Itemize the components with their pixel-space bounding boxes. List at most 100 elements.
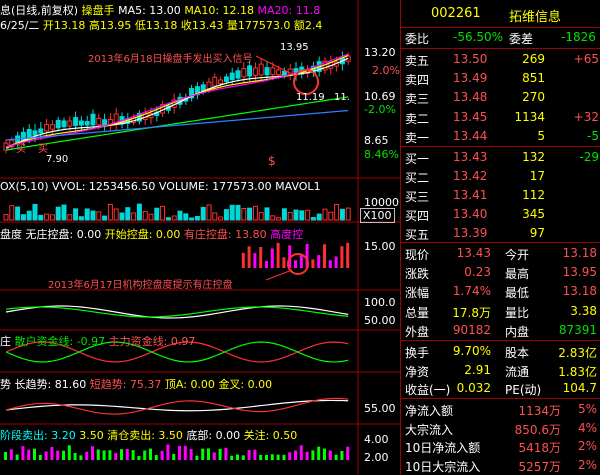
bottom-bar <box>137 455 141 460</box>
flow-label: 净流入额 <box>405 404 454 418</box>
bid-row[interactable]: 买五 13.39 97 <box>401 224 600 243</box>
clear-sell: 清仓卖出: 3.50 <box>107 429 183 442</box>
bottom-bar <box>299 445 303 460</box>
volume-bar <box>136 203 142 221</box>
ask-row[interactable]: 卖四 13.49 851 <box>401 69 600 88</box>
chart-area[interactable]: 息(日线,前复权) 操盘手 MA5: 13.00 MA10: 12.18 MA2… <box>0 0 400 475</box>
bid-row[interactable]: 买四 13.40 345 <box>401 205 600 224</box>
bottom-bar <box>27 449 31 460</box>
kline-info: 6/25/二 开13.18 高13.95 低13.18 收13.43 量1775… <box>0 17 322 33</box>
stat-value: 13.43 <box>456 246 491 260</box>
flow-row[interactable]: 10日净流入额 5418万 2% <box>401 437 600 456</box>
control-high: 高度控 <box>270 228 304 241</box>
flow-row[interactable]: 净流入额 1134万 5% <box>401 400 600 419</box>
flow-percent: 2% <box>577 439 597 453</box>
flow-row[interactable]: 大宗流入 850.6万 4% <box>401 419 600 438</box>
volume-bar <box>32 203 38 221</box>
axis-label: 4.00 <box>364 433 389 446</box>
bid-price: 13.40 <box>453 207 488 221</box>
stat-value: 13.18 <box>562 246 597 260</box>
kline-amount: 额2.4 <box>293 19 323 32</box>
stat-label: 外盘 <box>405 324 430 339</box>
candle <box>218 79 224 85</box>
indicator-name: 操盘手 <box>81 4 115 17</box>
kline-open: 开13.18 <box>42 19 86 32</box>
fund-row[interactable]: 换手 9.70% 股本 2.83亿 <box>401 342 600 361</box>
ma10-label: MA10: 12.18 <box>184 4 255 17</box>
stat-row[interactable]: 外盘 90182 内盘 87391 <box>401 321 600 340</box>
stock-title: 002261 拓维信息 <box>401 4 600 26</box>
stat-row[interactable]: 涨幅 1.74% 最低 13.18 <box>401 282 600 301</box>
stat-label: 最高 <box>505 267 530 282</box>
price-low-label: 7.90 <box>46 154 69 165</box>
candle <box>247 65 253 77</box>
axis-label: 13.20 <box>364 46 396 59</box>
stat-row[interactable]: 总量 17.8万 量比 3.38 <box>401 302 600 321</box>
volume-unit-button[interactable]: X100 <box>360 208 395 223</box>
flow-row[interactable]: 10日大宗流入 5257万 2% <box>401 456 600 475</box>
bottom-bar <box>276 454 280 460</box>
volume-bar <box>218 216 224 221</box>
bottom-bar <box>149 448 152 460</box>
ask-price: 13.50 <box>453 52 488 66</box>
fund-value: 2.91 <box>464 362 491 377</box>
ask-volume: 270 <box>522 90 545 105</box>
volume-bar <box>55 206 61 221</box>
candle <box>264 67 270 76</box>
control-bar <box>334 256 338 268</box>
control-bar <box>294 260 297 268</box>
ask-label: 卖四 <box>405 73 430 88</box>
volume-bar <box>270 215 276 221</box>
buy-signal-annotation: 2013年6月18日操盘手发出买入信号 <box>88 54 253 65</box>
axis-label: 100.0 <box>364 296 396 309</box>
bottom-bar <box>346 446 350 460</box>
bottom-bar <box>85 451 89 460</box>
volume-bar <box>73 208 79 221</box>
volume-bar <box>90 210 96 221</box>
fund-label: 流通 <box>505 364 530 379</box>
stat-value: 13.95 <box>562 265 597 280</box>
kline-date: 6/25/二 <box>0 19 40 32</box>
ask-row[interactable]: 卖二 13.45 1134 +32 <box>401 108 600 127</box>
fund-row[interactable]: 收益(一) 0.032 PE(动) 104.7 <box>401 379 600 398</box>
volume-bar <box>67 214 73 221</box>
volume-bar <box>287 211 293 221</box>
stat-label: 总量 <box>405 305 430 320</box>
fund-row[interactable]: 净资 2.91 流通 1.83亿 <box>401 361 600 380</box>
stat-row[interactable]: 涨跌 0.23 最高 13.95 <box>401 263 600 282</box>
bottom-bar <box>131 450 135 460</box>
bottom-bar <box>50 446 54 460</box>
bid-row[interactable]: 买三 13.41 112 <box>401 186 600 205</box>
volume-bar <box>189 217 195 221</box>
bid-price: 13.39 <box>453 226 488 240</box>
bottom-bar <box>96 449 100 460</box>
control-name: 盘度 <box>0 228 22 241</box>
bottom-bar <box>218 448 222 460</box>
trend-name: 势 <box>0 378 11 391</box>
ask-row[interactable]: 卖五 13.50 269 +65 <box>401 50 600 69</box>
bottom-bar <box>91 446 94 460</box>
fund-label: 收益(一) <box>405 383 451 397</box>
stat-value: 13.18 <box>562 284 597 299</box>
control-bar <box>328 260 332 268</box>
bid-row[interactable]: 买一 13.43 132 -29 <box>401 148 600 167</box>
axis-label: 2.0% <box>372 64 400 77</box>
stat-row[interactable]: 现价 13.43 今开 13.18 <box>401 244 600 263</box>
control-bar <box>311 259 315 268</box>
price-high-label: 13.95 <box>280 42 309 53</box>
ask-row[interactable]: 卖三 13.48 270 <box>401 88 600 107</box>
control-start: 开始控盘: 0.00 <box>104 228 181 241</box>
fund-label: 股本 <box>505 346 530 360</box>
bid-row[interactable]: 买二 13.42 17 <box>401 167 600 186</box>
flow-label: 10日大宗流入 <box>405 459 481 474</box>
bid-volume: 132 <box>522 150 545 164</box>
stat-value: 17.8万 <box>452 305 491 320</box>
volume-bar <box>339 208 345 221</box>
control-bar <box>346 242 350 268</box>
bid-label: 买五 <box>405 228 430 242</box>
control-bar <box>340 246 344 268</box>
fund-value: 1.83亿 <box>558 364 597 379</box>
ask-row[interactable]: 卖一 13.44 5 -5 <box>401 127 600 146</box>
volume-bar <box>252 205 258 221</box>
bottom-bar <box>288 452 292 460</box>
